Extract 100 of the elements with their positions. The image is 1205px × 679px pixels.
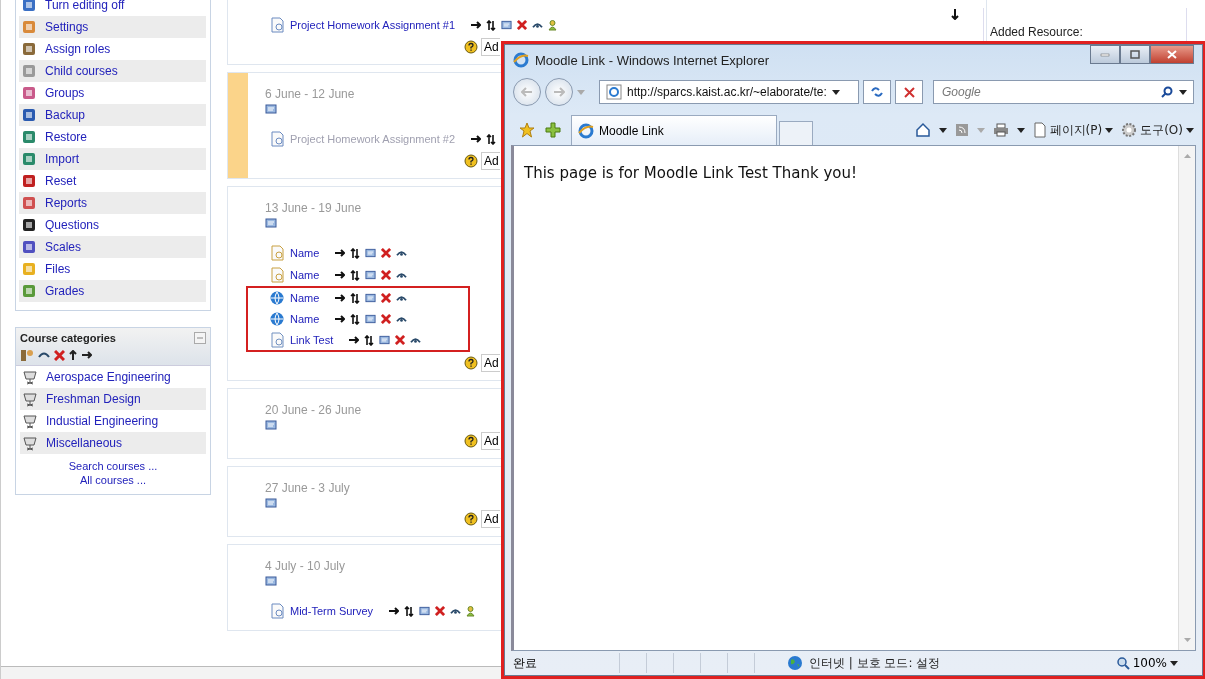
help-icon[interactable] xyxy=(464,154,478,168)
delete-icon[interactable] xyxy=(381,293,392,303)
zoom-button[interactable]: 100% xyxy=(1116,656,1194,670)
move-icon[interactable] xyxy=(350,292,361,304)
eye-icon[interactable] xyxy=(38,350,50,360)
eye-icon[interactable] xyxy=(532,20,544,30)
add-resource-dropdown[interactable]: Ad xyxy=(481,432,500,450)
sidebar-link[interactable]: Settings xyxy=(45,20,89,34)
activity-link[interactable]: Link Test xyxy=(290,334,334,346)
move-icon[interactable] xyxy=(486,133,497,145)
edit-icon[interactable] xyxy=(265,104,277,114)
search-field[interactable]: Google xyxy=(940,84,1155,100)
move-icon[interactable] xyxy=(404,605,415,617)
add-resource-dropdown[interactable]: Ad xyxy=(481,510,500,528)
delete-icon[interactable] xyxy=(54,349,65,361)
move-icon[interactable] xyxy=(364,334,375,346)
activity-link[interactable]: Name xyxy=(290,247,320,259)
close-button[interactable] xyxy=(1150,45,1194,64)
activity-link[interactable]: Name xyxy=(290,313,320,325)
help-icon[interactable] xyxy=(464,434,478,448)
help-icon[interactable] xyxy=(464,356,478,370)
edit-icon[interactable] xyxy=(265,576,277,586)
eye-icon[interactable] xyxy=(396,248,408,258)
category-link[interactable]: Aerospace Engineering xyxy=(46,370,171,384)
printer-icon[interactable] xyxy=(992,123,1009,137)
search-icon[interactable] xyxy=(1161,86,1173,98)
caret-icon[interactable] xyxy=(1016,127,1025,133)
eye-icon[interactable] xyxy=(450,606,462,616)
move-right-icon[interactable] xyxy=(335,249,346,257)
caret-icon[interactable] xyxy=(938,127,947,133)
up-arrow-icon[interactable] xyxy=(69,349,77,361)
stop-button[interactable] xyxy=(895,80,923,104)
edit-icon[interactable] xyxy=(501,20,513,30)
move-icon[interactable] xyxy=(486,19,497,31)
move-right-icon[interactable] xyxy=(335,315,346,323)
edit-icon[interactable] xyxy=(265,498,277,508)
move-icon[interactable] xyxy=(350,313,361,325)
edit-icon[interactable] xyxy=(365,270,377,280)
eye-icon[interactable] xyxy=(396,293,408,303)
sidebar-link[interactable]: Files xyxy=(45,262,71,276)
sidebar-link[interactable]: Reports xyxy=(45,196,88,210)
home-icon[interactable] xyxy=(914,122,931,138)
star-icon[interactable] xyxy=(519,122,535,138)
toolbar-menu-button[interactable]: 도구(O) xyxy=(1121,121,1194,139)
minimize-button[interactable] xyxy=(1090,45,1120,64)
sidebar-link[interactable]: Import xyxy=(45,152,79,166)
add-resource-dropdown[interactable]: Ad xyxy=(481,354,500,372)
move-icon[interactable] xyxy=(350,247,361,259)
move-right-icon[interactable] xyxy=(471,135,482,143)
delete-icon[interactable] xyxy=(517,20,528,30)
activity-link[interactable]: Name xyxy=(290,269,320,281)
sidebar-link[interactable]: Questions xyxy=(45,218,100,232)
person-icon[interactable] xyxy=(466,605,476,617)
down-arrow-icon[interactable] xyxy=(951,8,959,20)
edit-icon[interactable] xyxy=(419,606,431,616)
eye-icon[interactable] xyxy=(396,314,408,324)
edit-icon[interactable] xyxy=(379,335,391,345)
move-right-icon[interactable] xyxy=(335,271,346,279)
sidebar-link[interactable]: Groups xyxy=(45,86,85,100)
delete-icon[interactable] xyxy=(395,335,406,345)
caret-icon[interactable] xyxy=(831,89,840,95)
delete-icon[interactable] xyxy=(435,606,446,616)
move-right-icon[interactable] xyxy=(471,21,482,29)
edit-icon[interactable] xyxy=(265,218,277,228)
person-icon[interactable] xyxy=(548,19,558,31)
edit-icon[interactable] xyxy=(365,293,377,303)
move-right-icon[interactable] xyxy=(335,294,346,302)
category-link[interactable]: Industial Engineering xyxy=(46,414,159,428)
roles-icon[interactable] xyxy=(20,348,34,362)
right-arrow-icon[interactable] xyxy=(81,351,92,359)
edit-icon[interactable] xyxy=(265,420,277,430)
activity-link[interactable]: Name xyxy=(290,292,320,304)
add-resource-dropdown[interactable]: Ad xyxy=(481,38,500,56)
caret-icon[interactable] xyxy=(1179,89,1187,95)
eye-icon[interactable] xyxy=(396,270,408,280)
address-field[interactable]: http://sparcs.kaist.ac.kr/~elaborate/te: xyxy=(599,80,859,104)
sidebar-link[interactable]: Restore xyxy=(45,130,88,144)
refresh-button[interactable] xyxy=(863,80,891,104)
edit-icon[interactable] xyxy=(365,248,377,258)
search-box[interactable]: Google xyxy=(933,80,1194,104)
add-resource-dropdown[interactable]: Ad xyxy=(481,152,500,170)
sidebar-link[interactable]: Reset xyxy=(45,174,77,188)
move-icon[interactable] xyxy=(350,269,361,281)
sidebar-link[interactable]: Scales xyxy=(45,240,82,254)
eye-icon[interactable] xyxy=(410,335,422,345)
help-icon[interactable] xyxy=(464,512,478,526)
courses-link[interactable]: Search courses ... xyxy=(68,460,158,472)
sidebar-link[interactable]: Backup xyxy=(45,108,86,122)
edit-icon[interactable] xyxy=(365,314,377,324)
add-favorite-icon[interactable] xyxy=(545,122,561,138)
sidebar-link[interactable]: Assign roles xyxy=(45,42,111,56)
delete-icon[interactable] xyxy=(381,248,392,258)
move-right-icon[interactable] xyxy=(389,607,400,615)
maximize-button[interactable] xyxy=(1120,45,1150,64)
sidebar-link[interactable]: Grades xyxy=(45,284,85,298)
browser-tab[interactable]: Moodle Link xyxy=(571,115,777,145)
move-right-icon[interactable] xyxy=(349,336,360,344)
toolbar-menu-button[interactable]: 페이지(P) xyxy=(1032,121,1114,139)
activity-link[interactable]: Project Homework Assignment #1 xyxy=(290,19,456,31)
help-icon[interactable] xyxy=(464,40,478,54)
